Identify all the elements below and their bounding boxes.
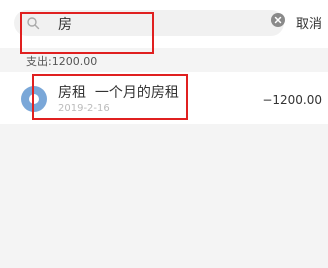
search-bar: 房 取消 <box>0 0 328 48</box>
search-input[interactable]: 房 <box>14 10 284 36</box>
cancel-button[interactable]: 取消 <box>296 13 322 32</box>
record-date: 2019-2-16 <box>58 103 110 114</box>
expense-summary: 支出:1200.00 <box>26 55 98 68</box>
record-title: 房租 一个月的房租 <box>58 85 179 101</box>
clear-icon[interactable] <box>271 13 285 27</box>
list-item[interactable]: 房租 一个月的房租 2019-2-16 −1200.00 <box>0 72 328 124</box>
search-icon <box>27 17 40 30</box>
search-query-text: 房 <box>58 17 72 33</box>
category-icon <box>21 86 47 112</box>
record-amount: −1200.00 <box>262 93 322 107</box>
